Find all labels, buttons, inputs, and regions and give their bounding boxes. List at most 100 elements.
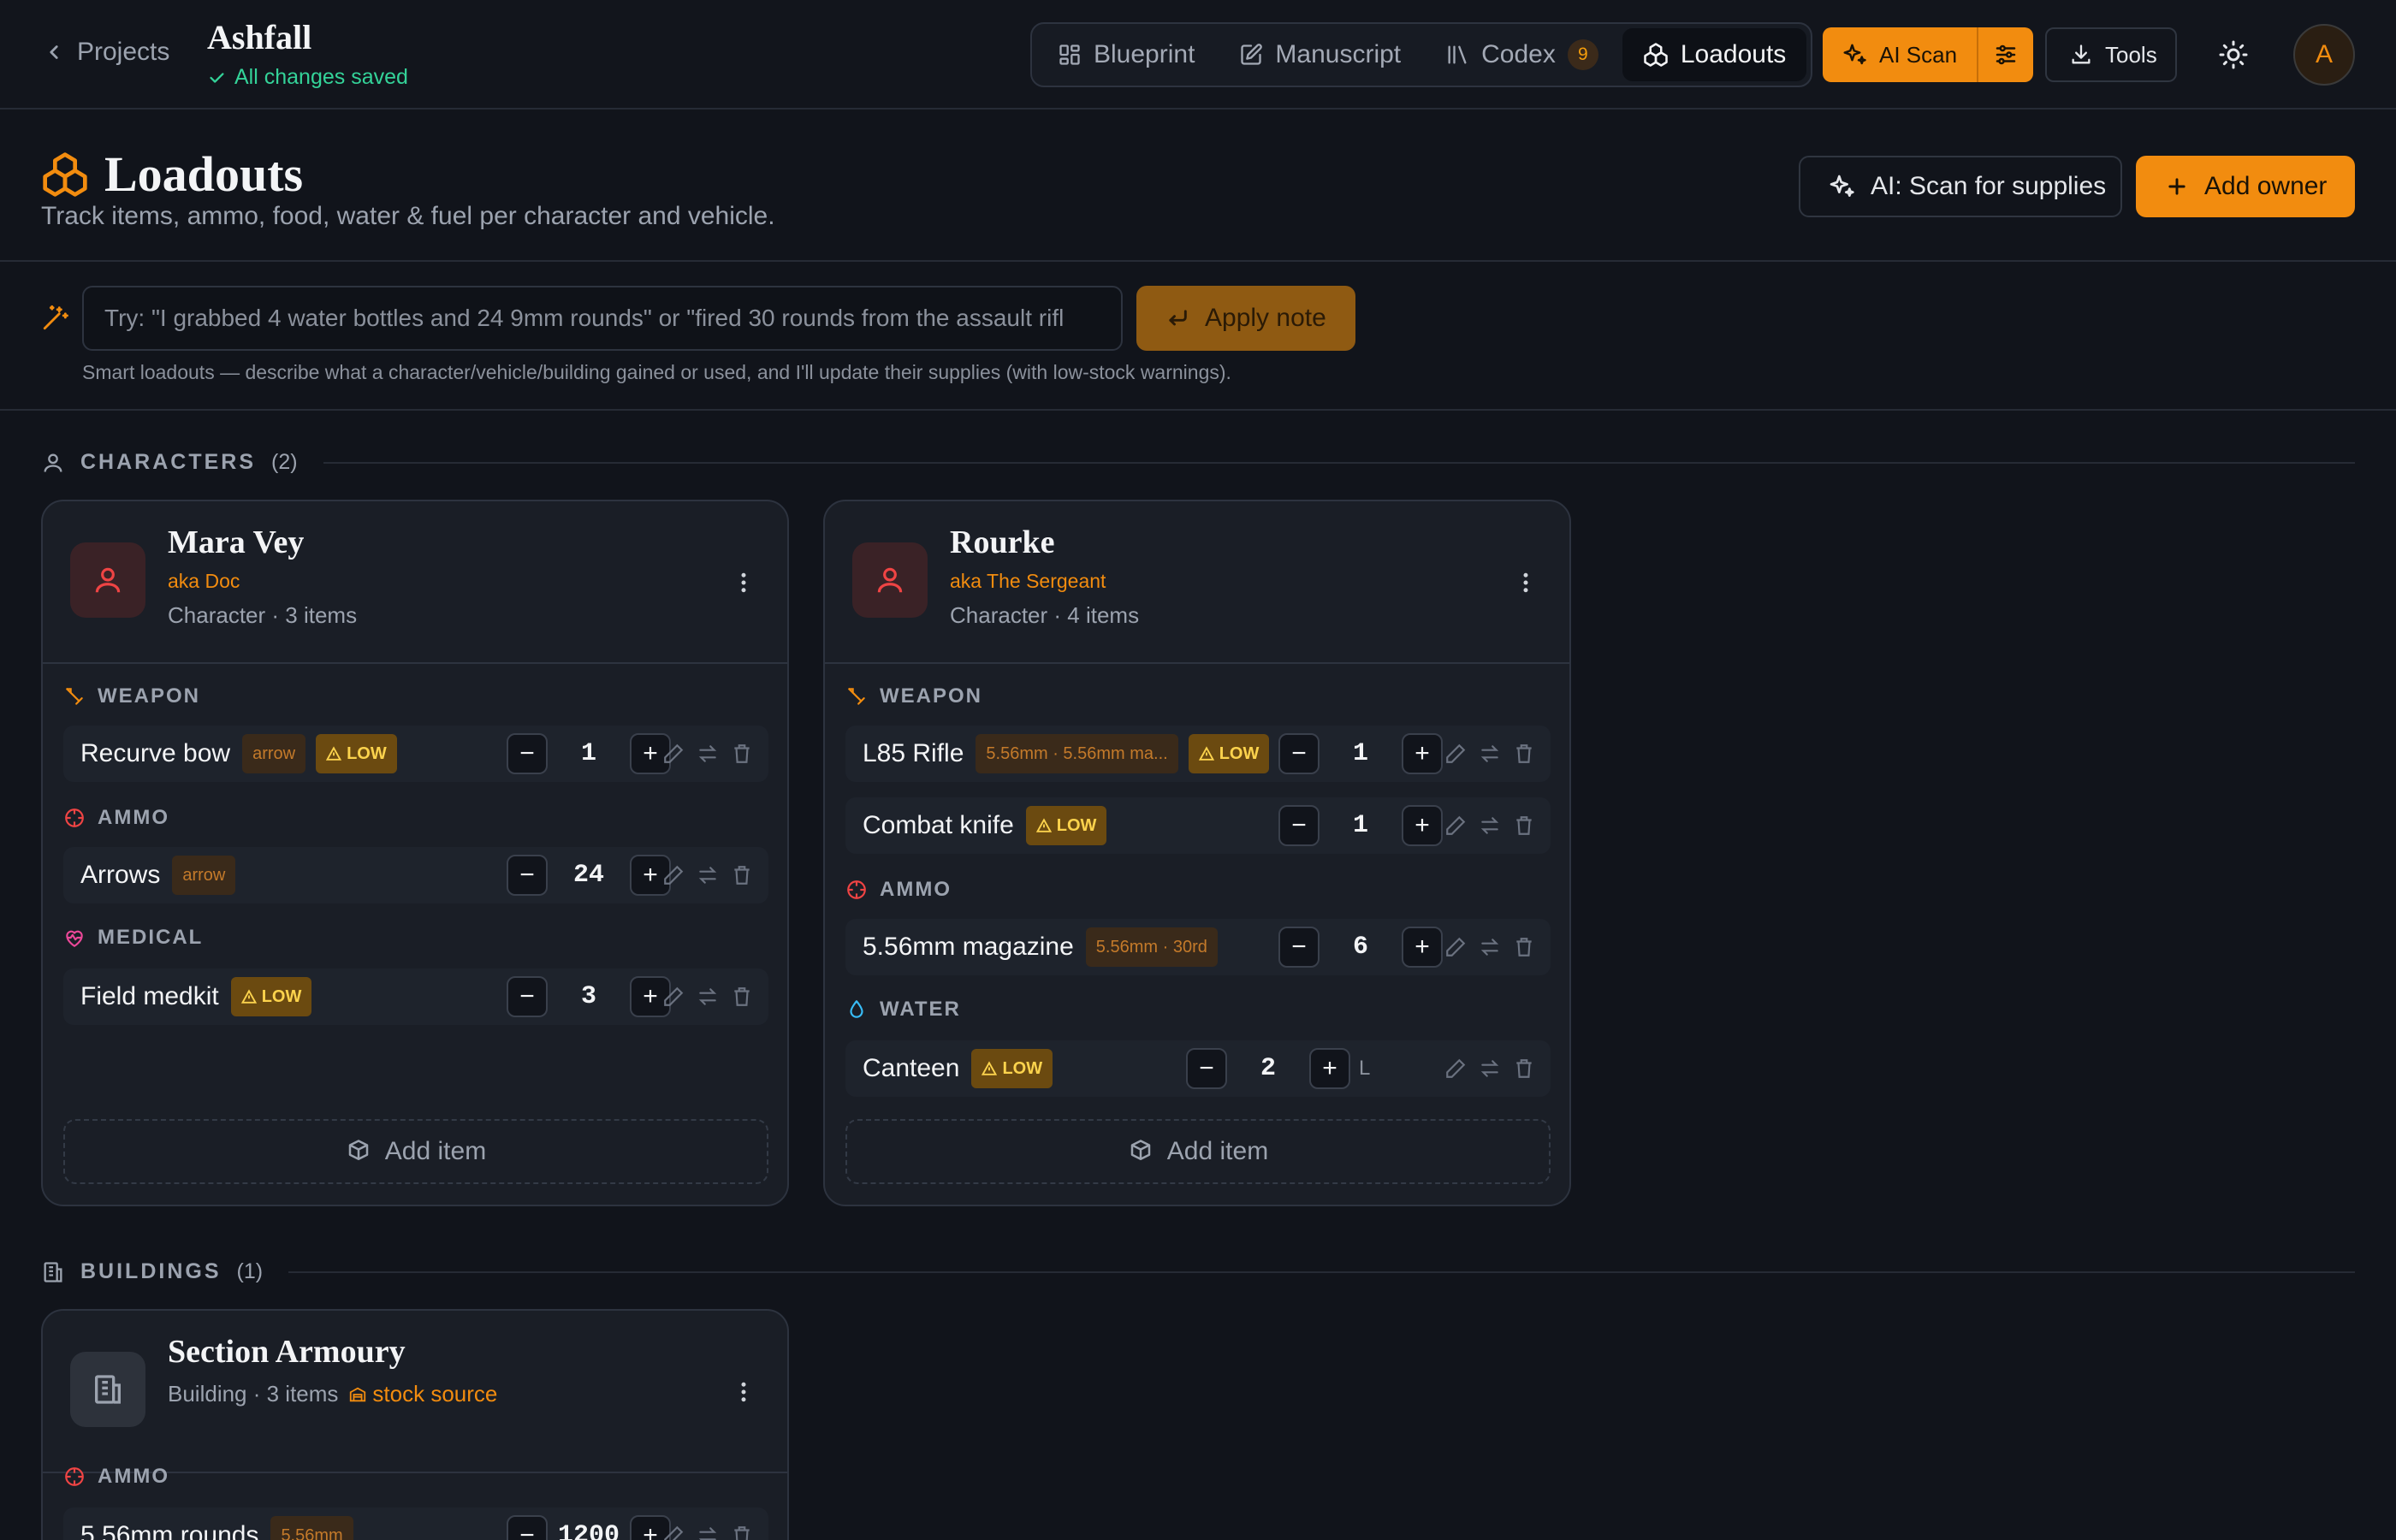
low-label: LOW [347,743,387,763]
pencil-icon[interactable] [662,743,685,765]
warehouse-icon [350,1387,366,1401]
increment-button[interactable]: + [1309,1048,1350,1089]
more-vertical-icon [741,572,746,593]
pencil-icon[interactable] [662,986,685,1008]
transfer-icon[interactable] [1479,743,1501,765]
transfer-icon[interactable] [697,986,719,1008]
page-subtitle: Track items, ammo, food, water & fuel pe… [41,202,775,230]
library-icon [1448,45,1467,64]
owner-meta: Character · 3 items [168,602,358,628]
trash-icon[interactable] [731,743,753,765]
package-plus-icon [348,1140,369,1160]
low-label: LOW [1219,743,1260,763]
smart-note-bar: Apply note Smart loadouts — describe wha… [0,264,2396,411]
transfer-icon[interactable] [1479,1057,1501,1080]
pencil-icon[interactable] [1444,814,1467,837]
stock-source-badge: stock source [348,1381,497,1407]
category-label: WATER [880,998,961,1021]
section-count: (2) [271,450,298,474]
category-label: WEAPON [880,684,982,708]
heart-pulse-icon [66,930,83,947]
category-label: AMMO [98,1465,169,1488]
trash-icon[interactable] [1513,936,1535,958]
ai-scan-options-button[interactable] [1977,27,2033,82]
low-stock-badge: LOW [1188,734,1270,773]
trash-icon[interactable] [1513,743,1535,765]
smart-note-input[interactable] [82,286,1123,351]
warning-icon [240,989,257,1004]
card-menu-button[interactable] [731,570,756,595]
ai-scan-button[interactable]: AI Scan [1823,27,1977,82]
trash-icon[interactable] [1513,814,1535,837]
card-menu-button[interactable] [731,1379,756,1405]
trash-icon[interactable] [731,986,753,1008]
user-icon [95,567,121,593]
owner-alias: aka Doc [168,570,240,592]
ammo-tag: arrow [242,734,306,773]
pencil-icon[interactable] [662,1525,685,1540]
transfer-icon[interactable] [1479,936,1501,958]
card-menu-button[interactable] [1513,570,1539,595]
back-to-projects[interactable]: Projects [43,38,169,67]
pencil-icon[interactable] [1444,743,1467,765]
decrement-button[interactable]: − [1186,1048,1227,1089]
transfer-icon[interactable] [697,864,719,886]
buildings-section-header: BUILDINGS (1) [41,1259,2355,1284]
pencil-icon[interactable] [1444,1057,1467,1080]
view-tabs: Blueprint Manuscript Codex 9 Loadouts [1030,22,1812,87]
check-icon [210,72,224,83]
increment-button[interactable]: + [1402,805,1443,846]
trash-icon[interactable] [1513,1057,1535,1080]
tab-manuscript[interactable]: Manuscript [1219,28,1421,81]
decrement-button[interactable]: − [507,1515,548,1540]
trash-icon[interactable] [731,864,753,886]
pencil-icon[interactable] [662,864,685,886]
sparkles-icon [1830,175,1854,197]
add-item-button[interactable]: Add item [845,1119,1551,1184]
boxes-icon [43,151,87,197]
transfer-icon[interactable] [697,1525,719,1540]
increment-button[interactable]: + [1402,927,1443,968]
decrement-button[interactable]: − [1278,927,1320,968]
tools-button[interactable]: Tools [2045,27,2177,82]
decrement-button[interactable]: − [507,733,548,774]
quantity-stepper: − 1200 + [507,1515,671,1540]
pencil-icon[interactable] [1444,936,1467,958]
owner-meta: Building · 3 items stock source [168,1381,497,1407]
save-status: All changes saved [207,65,408,90]
category-label: MEDICAL [98,926,204,949]
item-name: Canteen [863,1054,960,1082]
category-ammo: AMMO [63,806,169,830]
item-actions [662,1525,753,1540]
increment-button[interactable]: + [1402,733,1443,774]
item-row: 5.56mm rounds 5.56mm − 1200 + [63,1507,768,1540]
tab-codex[interactable]: Codex 9 [1425,28,1619,81]
trash-icon[interactable] [731,1525,753,1540]
transfer-icon[interactable] [697,743,719,765]
add-item-button[interactable]: Add item [63,1119,768,1184]
theme-toggle[interactable] [2218,39,2249,70]
apply-note-button[interactable]: Apply note [1136,286,1355,351]
quantity-value: 1 [580,739,596,768]
item-row: Arrows arrow − 24 + [63,847,768,903]
tab-blueprint[interactable]: Blueprint [1037,28,1215,81]
page-title: Loadouts [41,145,303,203]
item-row: L85 Rifle 5.56mm · 5.56mm ma... LOW − 1 … [845,726,1551,782]
warning-icon [1198,746,1214,761]
decrement-button[interactable]: − [507,855,548,896]
quantity-value: 1 [1352,811,1368,840]
codex-count-badge: 9 [1567,39,1598,70]
decrement-button[interactable]: − [507,976,548,1017]
transfer-icon[interactable] [1479,814,1501,837]
ai-scan-supplies-button[interactable]: AI: Scan for supplies [1799,156,2122,217]
stock-source-label: stock source [372,1381,498,1407]
tab-label: Loadouts [1680,40,1787,68]
decrement-button[interactable]: − [1278,733,1320,774]
decrement-button[interactable]: − [1278,805,1320,846]
quantity-stepper: − 6 + [1278,927,1443,968]
item-row: 5.56mm magazine 5.56mm · 30rd − 6 + [845,919,1551,975]
category-medical: MEDICAL [63,926,203,950]
add-owner-button[interactable]: Add owner [2136,156,2355,217]
tab-loadouts[interactable]: Loadouts [1622,28,1807,81]
user-avatar[interactable]: A [2293,24,2355,86]
